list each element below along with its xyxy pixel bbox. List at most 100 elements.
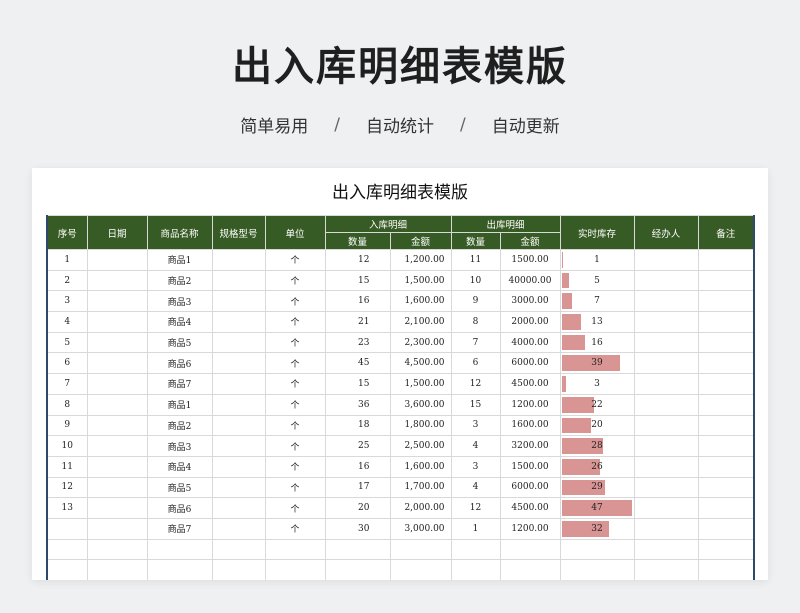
cell-name[interactable]: 商品5 [146,476,213,499]
cell-stock[interactable]: 39 [559,352,635,375]
cell-date[interactable] [86,517,148,540]
cell-name[interactable]: 商品6 [146,352,213,375]
cell-in-amount[interactable]: 2,500.00 [389,435,452,457]
cell-out-amount[interactable] [499,538,561,561]
cell-out-qty[interactable]: 7 [450,331,501,354]
cell-out-qty[interactable]: 3 [450,455,501,478]
cell-stock[interactable] [559,538,635,561]
cell-in-qty[interactable]: 25 [324,435,391,457]
cell-out-amount[interactable]: 6000.00 [499,476,561,499]
cell-handler[interactable] [633,373,699,395]
cell-name[interactable]: 商品4 [146,311,213,333]
cell-seq[interactable] [46,517,88,540]
cell-handler[interactable] [633,435,699,457]
cell-out-qty[interactable]: 11 [450,249,501,271]
cell-note[interactable] [697,331,756,354]
cell-in-qty[interactable]: 20 [324,497,391,519]
cell-in-qty[interactable]: 16 [324,455,391,478]
cell-note[interactable] [697,476,756,499]
cell-name[interactable]: 商品1 [146,249,213,271]
cell-unit[interactable]: 个 [264,352,326,375]
cell-name[interactable]: 商品6 [146,497,213,519]
cell-stock[interactable]: 7 [559,290,635,313]
cell-handler[interactable] [633,455,699,478]
col-header-name[interactable]: 商品名称 [146,215,213,250]
cell-stock[interactable]: 1 [559,249,635,271]
cell-date[interactable] [86,249,148,271]
cell-note[interactable] [697,311,756,333]
col-header-spec[interactable]: 规格型号 [211,215,266,250]
cell-out-amount[interactable]: 2000.00 [499,311,561,333]
cell-unit[interactable]: 个 [264,414,326,437]
cell-in-amount[interactable]: 1,700.00 [389,476,452,499]
cell-unit[interactable]: 个 [264,517,326,540]
cell-handler[interactable] [633,331,699,354]
cell-out-qty[interactable]: 9 [450,290,501,313]
cell-seq[interactable]: 3 [46,290,88,313]
cell-handler[interactable] [633,517,699,540]
cell-in-qty[interactable]: 18 [324,414,391,437]
cell-seq[interactable] [46,538,88,561]
cell-seq[interactable]: 12 [46,476,88,499]
cell-in-qty[interactable]: 21 [324,311,391,333]
cell-out-amount[interactable]: 1500.00 [499,249,561,271]
cell-note[interactable] [697,249,756,271]
cell-note[interactable] [697,517,756,540]
cell-stock[interactable]: 13 [559,311,635,333]
cell-in-amount[interactable]: 3,000.00 [389,517,452,540]
cell-handler[interactable] [633,269,699,292]
cell-name[interactable]: 商品4 [146,455,213,478]
col-group-in[interactable]: 入库明细 [324,215,452,233]
cell-in-amount[interactable]: 1,500.00 [389,373,452,395]
cell-in-qty[interactable]: 23 [324,331,391,354]
cell-out-amount[interactable] [499,559,561,580]
cell-seq[interactable]: 9 [46,414,88,437]
cell-note[interactable] [697,352,756,375]
cell-out-amount[interactable]: 6000.00 [499,352,561,375]
cell-name[interactable] [146,559,213,580]
cell-out-qty[interactable]: 12 [450,373,501,395]
cell-name[interactable]: 商品5 [146,331,213,354]
cell-seq[interactable]: 13 [46,497,88,519]
cell-in-amount[interactable]: 2,300.00 [389,331,452,354]
cell-stock[interactable]: 29 [559,476,635,499]
cell-unit[interactable] [264,559,326,580]
cell-date[interactable] [86,331,148,354]
cell-handler[interactable] [633,538,699,561]
cell-stock[interactable]: 20 [559,414,635,437]
cell-out-amount[interactable]: 1200.00 [499,393,561,416]
cell-unit[interactable]: 个 [264,455,326,478]
cell-name[interactable]: 商品7 [146,517,213,540]
cell-in-amount[interactable]: 1,200.00 [389,249,452,271]
cell-unit[interactable]: 个 [264,435,326,457]
cell-note[interactable] [697,373,756,395]
cell-unit[interactable]: 个 [264,311,326,333]
cell-stock[interactable]: 22 [559,393,635,416]
cell-in-qty[interactable]: 45 [324,352,391,375]
cell-unit[interactable]: 个 [264,249,326,271]
cell-date[interactable] [86,538,148,561]
cell-stock[interactable]: 26 [559,455,635,478]
cell-in-qty[interactable] [324,538,391,561]
cell-in-amount[interactable] [389,538,452,561]
col-header-handler[interactable]: 经办人 [633,215,699,250]
cell-handler[interactable] [633,290,699,313]
cell-spec[interactable] [211,290,266,313]
cell-stock[interactable]: 5 [559,269,635,292]
cell-out-qty[interactable]: 15 [450,393,501,416]
cell-date[interactable] [86,435,148,457]
cell-out-qty[interactable]: 12 [450,497,501,519]
cell-seq[interactable] [46,559,88,580]
cell-name[interactable]: 商品3 [146,435,213,457]
cell-stock[interactable]: 3 [559,373,635,395]
cell-unit[interactable]: 个 [264,476,326,499]
cell-unit[interactable]: 个 [264,269,326,292]
col-header-stock[interactable]: 实时库存 [559,215,635,250]
cell-date[interactable] [86,269,148,292]
cell-out-qty[interactable]: 1 [450,517,501,540]
cell-in-qty[interactable]: 17 [324,476,391,499]
cell-out-qty[interactable]: 3 [450,414,501,437]
cell-in-qty[interactable]: 15 [324,269,391,292]
cell-spec[interactable] [211,414,266,437]
cell-out-amount[interactable]: 4500.00 [499,373,561,395]
